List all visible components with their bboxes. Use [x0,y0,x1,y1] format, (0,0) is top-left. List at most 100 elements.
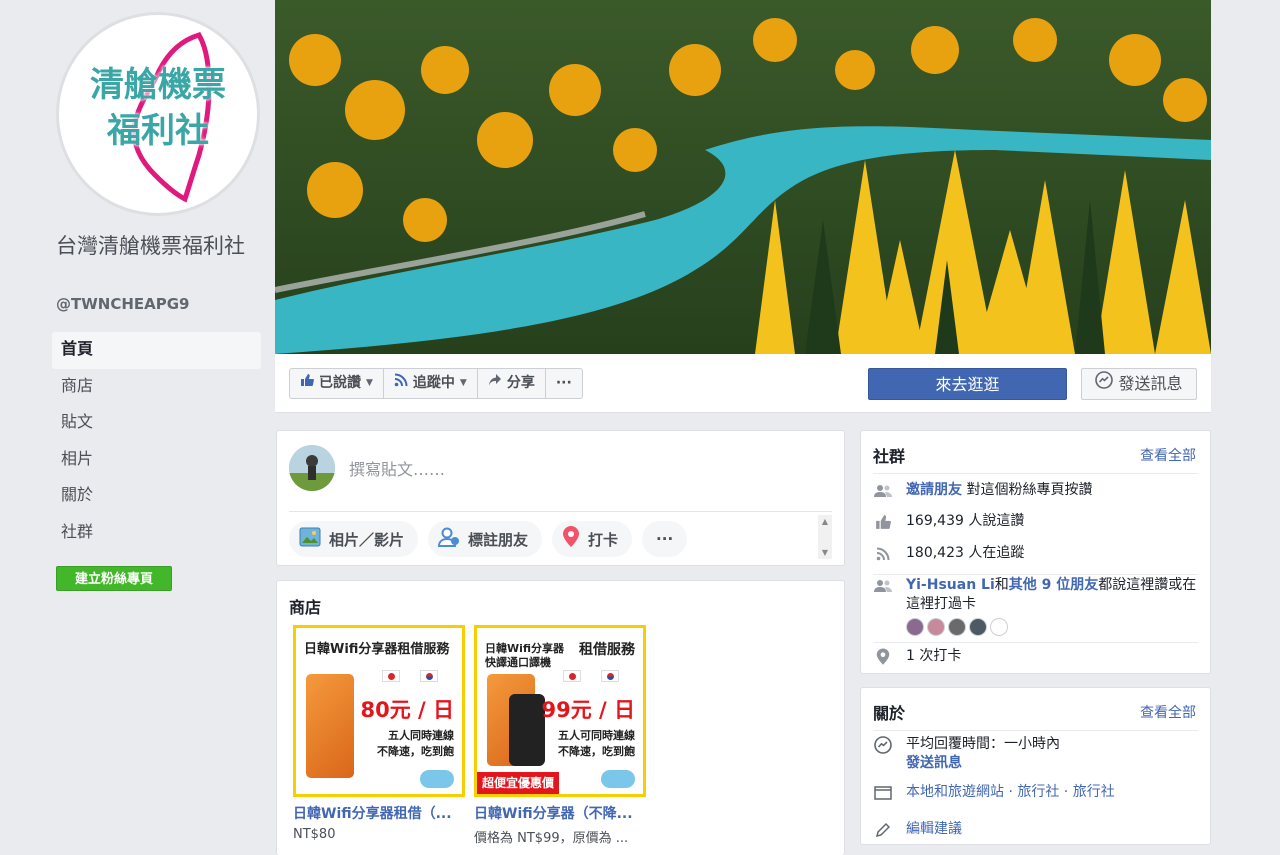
likes-count: 169,439 人說這讚 [906,513,1025,529]
friend-avatar[interactable] [948,618,966,636]
categories-links[interactable]: 本地和旅遊網站 · 旅行社 · 旅行社 [906,783,1115,802]
other-friends-link[interactable]: 其他 9 位朋友 [1009,577,1099,593]
friend-avatar[interactable] [906,618,924,636]
product-image-features: 五人可同時連線 不降速，吃到飽 [558,728,635,760]
community-see-all-link[interactable]: 查看全部 [1140,445,1196,465]
page-profile-picture[interactable]: 清艙機票 福利社 [56,12,260,216]
send-message-label: 發送訊息 [1118,374,1183,393]
about-card: 關於 查看全部 平均回覆時間：一小時內 發送訊息 本地和旅遊網站 · 旅行社 ·… [860,687,1211,845]
page-title[interactable]: 台灣清艙機票福利社 [56,232,256,261]
composer-scrollbar[interactable]: ▲ ▼ [818,515,832,559]
nav-item-about[interactable]: 關於 [52,478,261,515]
suggest-edits-row: 編輯建議 [873,820,1198,839]
post-composer: 撰寫貼文…… 相片／影片 標註朋友 打卡 ··· ▲ ▼ [276,430,845,566]
page-action-bar: 已說讚 ▼ 追蹤中 ▼ 分享 ··· 來去逛逛 發送訊息 [275,354,1211,413]
nav-item-photos[interactable]: 相片 [52,442,261,479]
scroll-up-icon[interactable]: ▲ [818,517,832,526]
friend-avatar[interactable] [990,618,1008,636]
send-message-button[interactable]: 發送訊息 [1081,368,1197,400]
divider [289,511,832,512]
product-image-price: 80元 / 日 [360,698,454,722]
feature-line: 五人可同時連線 [558,729,635,742]
following-label: 追蹤中 [412,375,455,391]
friend-name-link[interactable]: Yi-Hsuan Li [906,577,995,593]
tag-friends-button[interactable]: 標註朋友 [428,521,543,557]
product-title[interactable]: 日韓Wifi分享器租借（... [293,803,465,823]
liked-label: 已說讚 [319,375,361,391]
product-image-features: 五人同時連線 不降速，吃到飽 [377,728,454,760]
create-page-button[interactable]: 建立粉絲專頁 [56,566,172,591]
pencil-icon [873,820,893,839]
brand-logo-icon [420,770,454,788]
community-title: 社群 [873,447,906,466]
share-label: 分享 [506,375,535,391]
people-icon [873,481,893,500]
checkins-count: 1 次打卡 [906,648,962,664]
cover-photo[interactable] [275,0,1211,354]
nav-item-posts[interactable]: 貼文 [52,405,261,442]
heading-line: 快譯通口譯機 [485,656,551,669]
more-icon: ··· [656,530,674,548]
location-pin-icon [873,647,893,666]
following-button[interactable]: 追蹤中 ▼ [384,369,478,398]
composer-more-button[interactable]: ··· [642,521,688,557]
thumbs-up-icon [873,512,893,531]
shop-title: 商店 [289,598,322,617]
about-see-all-link[interactable]: 查看全部 [1140,702,1196,722]
check-in-label: 打卡 [588,530,619,549]
shop-now-button[interactable]: 來去逛逛 [868,368,1067,400]
wifi-router-image [306,674,354,778]
nav-item-home[interactable]: 首頁 [52,332,261,369]
check-in-button[interactable]: 打卡 [552,521,633,557]
liked-button[interactable]: 已說讚 ▼ [290,369,384,398]
product-image[interactable]: 日韓Wifi分享器 快譯通口譯機 租借服務 99元 / 日 五人可同時連線 不降… [474,625,646,797]
korea-flag-icon [420,670,438,682]
product-card[interactable]: 日韓Wifi分享器 快譯通口譯機 租借服務 99元 / 日 五人可同時連線 不降… [474,625,646,846]
checkins-row: 1 次打卡 [873,647,1198,666]
send-message-link[interactable]: 發送訊息 [906,754,1060,773]
suggest-edits-link[interactable]: 編輯建議 [906,820,962,839]
product-title[interactable]: 日韓Wifi分享器（不降... [474,803,646,823]
location-pin-icon [562,526,580,552]
product-image-heading-2: 租借服務 [579,642,635,658]
about-title: 關於 [873,704,906,723]
logo-text-line-2: 福利社 [107,111,209,151]
nav-item-community[interactable]: 社群 [52,515,261,552]
chevron-down-icon: ▼ [459,378,467,388]
response-time-text: 平均回覆時間：一小時內 [906,736,1060,752]
page-handle[interactable]: @TWNCHEAPG9 [56,295,190,313]
divider [873,730,1198,731]
chevron-down-icon: ▼ [366,378,373,388]
page-action-group: 已說讚 ▼ 追蹤中 ▼ 分享 ··· [289,368,583,399]
product-card[interactable]: 日韓Wifi分享器租借服務 80元 / 日 五人同時連線 不降速，吃到飽 日韓W… [293,625,465,842]
photo-video-button[interactable]: 相片／影片 [289,521,419,557]
more-options-button[interactable]: ··· [546,369,582,398]
share-button[interactable]: 分享 [478,369,546,398]
scroll-down-icon[interactable]: ▼ [818,548,832,557]
invite-friends-link[interactable]: 邀請朋友 [906,482,962,498]
composer-tools: 相片／影片 標註朋友 打卡 ··· [289,521,688,557]
invite-text: 對這個粉絲專頁按讚 [966,482,1093,498]
photo-icon [299,527,321,551]
shop-section: 商店 日韓Wifi分享器租借服務 80元 / 日 五人同時連線 不降速，吃到飽 … [276,580,845,855]
translator-device-image [509,694,545,766]
category-icon [873,783,893,802]
product-image[interactable]: 日韓Wifi分享器租借服務 80元 / 日 五人同時連線 不降速，吃到飽 [293,625,465,797]
user-avatar[interactable] [289,445,335,491]
page-nav: 首頁 商店 貼文 相片 關於 社群 [52,332,261,551]
product-price: NT$80 [293,827,336,842]
product-image-price: 99元 / 日 [541,698,635,722]
japan-flag-icon [563,670,581,682]
thumbs-up-icon [300,369,314,398]
follows-row: 180,423 人在追蹤 [873,544,1198,563]
divider [873,473,1198,474]
messenger-icon [1095,369,1114,399]
feature-line: 五人同時連線 [388,729,454,742]
promo-banner: 超便宜優惠價 [477,772,559,794]
korea-flag-icon [601,670,619,682]
friend-avatar[interactable] [969,618,987,636]
composer-input[interactable]: 撰寫貼文…… [349,456,445,480]
friend-avatar[interactable] [927,618,945,636]
nav-item-shop[interactable]: 商店 [52,369,261,406]
feature-line: 不降速，吃到飽 [558,745,635,758]
